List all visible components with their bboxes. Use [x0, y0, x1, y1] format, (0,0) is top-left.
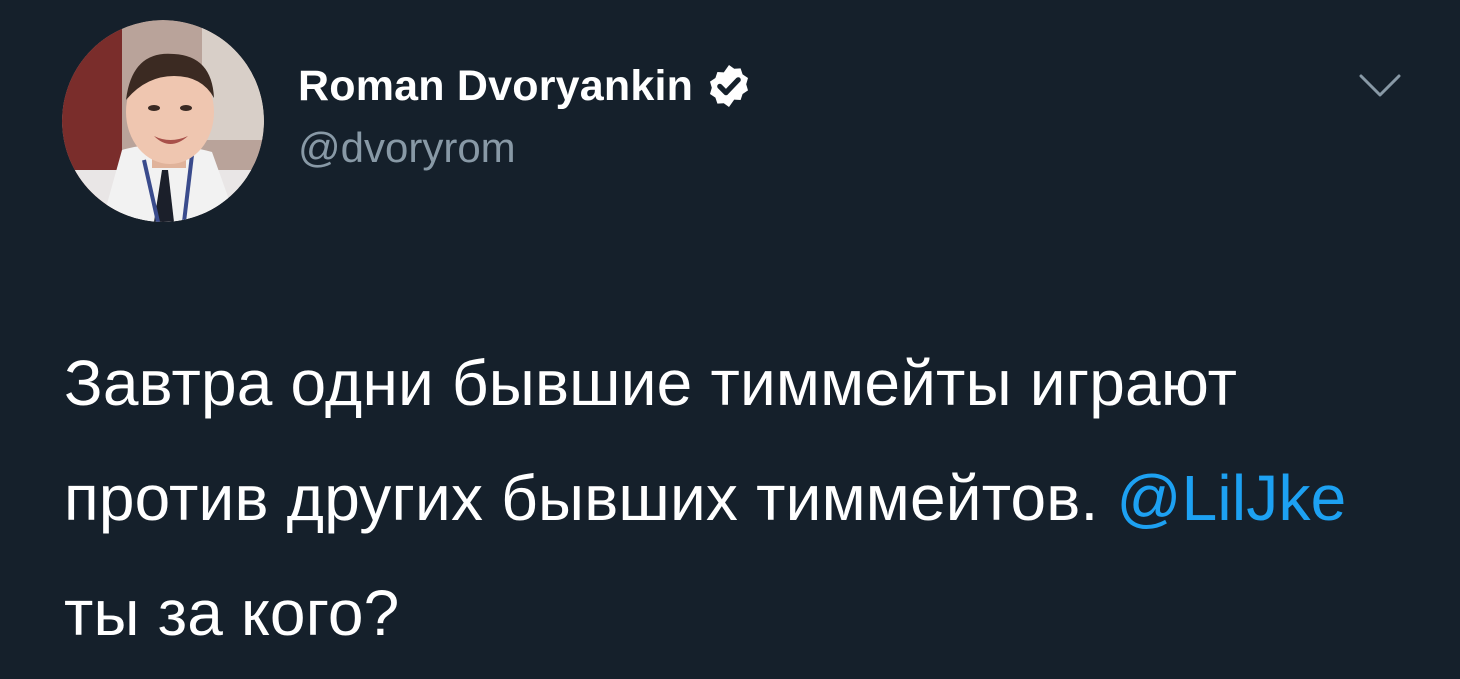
- tweet-text-part1: Завтра одни бывшие тиммейты играют проти…: [64, 347, 1238, 534]
- author-display-name[interactable]: Roman Dvoryankin: [298, 62, 693, 111]
- tweet-card: Roman Dvoryankin @dvoryrom Завтра одни б…: [0, 0, 1460, 679]
- chevron-down-icon[interactable]: [1358, 72, 1402, 100]
- tweet-text: Завтра одни бывшие тиммейты играют проти…: [64, 326, 1424, 671]
- verified-badge-icon: [710, 65, 749, 107]
- author-name-row: Roman Dvoryankin: [298, 56, 753, 116]
- author-handle[interactable]: @dvoryrom: [298, 124, 516, 172]
- tweet-text-part2: ты за кого?: [64, 577, 400, 649]
- mention-link[interactable]: @LilJke: [1116, 462, 1346, 534]
- author-avatar[interactable]: [62, 20, 264, 222]
- avatar-image: [62, 20, 264, 222]
